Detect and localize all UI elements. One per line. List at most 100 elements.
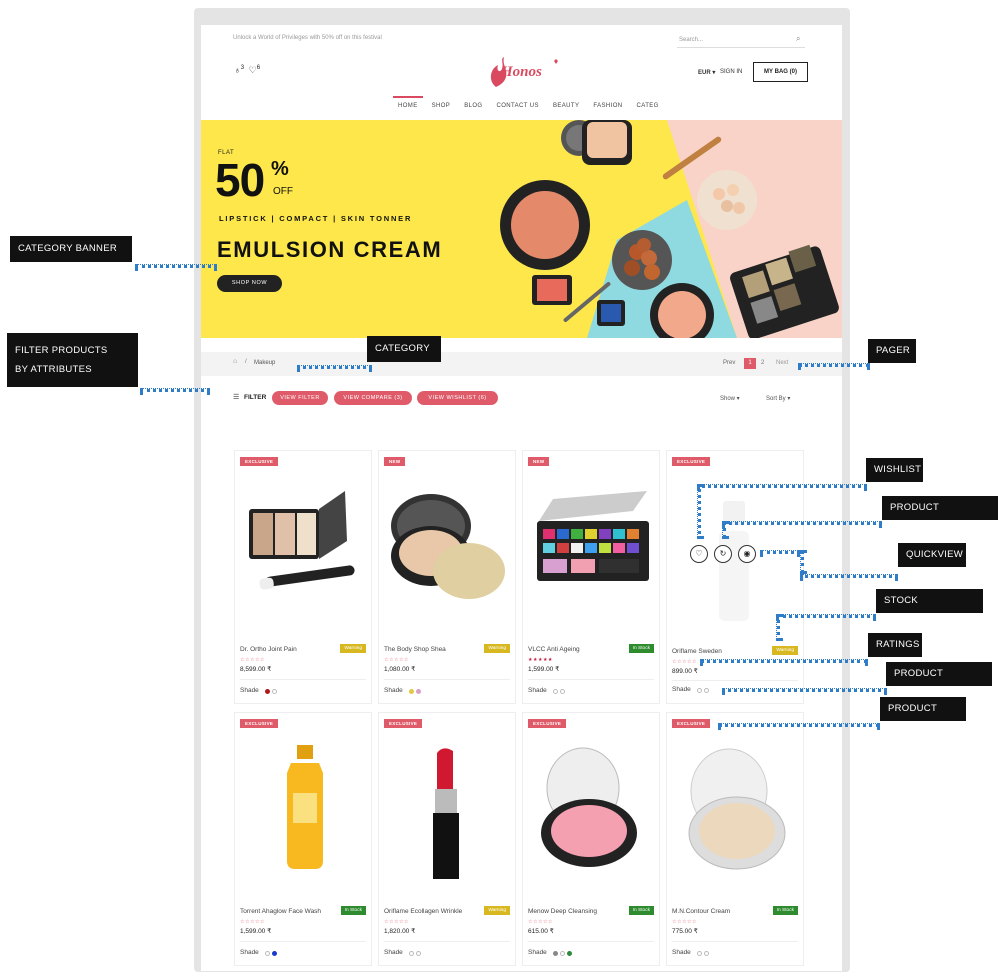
product-card[interactable]: EXCLUSIVE ♡ ↻ ◉ Oriflame Sweden Warning … <box>666 450 804 704</box>
product-card[interactable]: NEW The Body Shop Shea Warning ☆☆☆☆☆ 1,0… <box>378 450 516 704</box>
stock-availability: Warning <box>772 646 798 655</box>
shade-swatch[interactable] <box>265 951 270 956</box>
my-bag-button[interactable]: MY BAG (0) <box>753 62 808 82</box>
stock-availability: In Stock <box>628 906 654 915</box>
leader-line <box>722 521 726 539</box>
product-card[interactable]: EXCLUSIVE Oriflame Ecollagen Wrinkle War… <box>378 712 516 966</box>
nav-blog[interactable]: BLOG <box>457 103 489 109</box>
nav-categ[interactable]: CATEG <box>630 103 666 109</box>
quickview-button[interactable]: ◉ <box>738 545 756 563</box>
shade-swatch[interactable] <box>553 951 558 956</box>
product-attribute: Shade <box>240 949 259 956</box>
product-card[interactable]: NEW VLCC Anti Ageing In Stock ★★★★★ 1,59… <box>522 450 660 704</box>
product-attribute: Shade <box>240 687 259 694</box>
leader-line <box>700 659 868 663</box>
pager-page-2[interactable]: 2 <box>761 360 764 366</box>
filter-label[interactable]: FILTER <box>244 394 266 401</box>
product-image[interactable] <box>667 471 805 626</box>
product-image[interactable] <box>235 733 373 888</box>
search-input[interactable]: Search... <box>677 34 805 48</box>
wishlist-button[interactable]: ♡ <box>690 545 708 563</box>
sign-in-link[interactable]: SIGN IN <box>720 69 742 75</box>
product-name[interactable]: VLCC Anti Ageing <box>528 646 623 653</box>
compare-button[interactable]: ↻ <box>714 545 732 563</box>
product-label: EXCLUSIVE <box>528 719 567 728</box>
callout-quickview: QUICKVIEW <box>898 543 966 567</box>
nav-shop[interactable]: SHOP <box>425 103 458 109</box>
logo[interactable]: Honos <box>501 64 542 81</box>
shade-swatch[interactable] <box>553 689 558 694</box>
product-card[interactable]: EXCLUSIVE M.N.Contour Cream In Stock ☆☆☆… <box>666 712 804 966</box>
product-image[interactable] <box>523 471 661 626</box>
product-card[interactable]: EXCLUSIVE Torrent Ahaglow Face Wash In S… <box>234 712 372 966</box>
product-rating: ☆☆☆☆☆ <box>528 919 553 925</box>
product-card[interactable]: EXCLUSIVE Menow Deep Cleansing In Stock … <box>522 712 660 966</box>
shade-swatch[interactable] <box>560 689 565 694</box>
product-rating: ☆☆☆☆☆ <box>240 919 265 925</box>
product-price: 1,820.00 ₹ <box>384 928 416 935</box>
pager-page-1[interactable]: 1 <box>744 358 756 369</box>
leader-line <box>718 723 880 727</box>
product-label: EXCLUSIVE <box>240 719 279 728</box>
filter-icon[interactable]: ☰ <box>233 393 239 401</box>
shade-swatch[interactable] <box>697 688 702 693</box>
shop-now-button[interactable]: SHOP NOW <box>217 275 282 292</box>
search-icon[interactable]: ⌕ <box>796 34 805 44</box>
product-name[interactable]: Dr. Ortho Joint Pain <box>240 646 335 653</box>
leader-line <box>800 550 804 574</box>
nav-fashion[interactable]: FASHION <box>586 103 629 109</box>
shade-swatch[interactable] <box>272 951 277 956</box>
category-banner[interactable]: FLAT 50 % OFF LIPSTICK | COMPACT | SKIN … <box>201 120 842 338</box>
show-select[interactable]: Show ▾ <box>720 395 740 402</box>
breadcrumb-current: Makeup <box>254 360 276 366</box>
product-image[interactable] <box>235 471 373 626</box>
product-image[interactable] <box>379 471 517 626</box>
shade-swatch[interactable] <box>409 951 414 956</box>
product-name[interactable]: Oriflame Sweden <box>672 648 767 655</box>
shade-swatch[interactable] <box>567 951 572 956</box>
compare-count: 3 <box>240 65 245 71</box>
product-label: EXCLUSIVE <box>240 457 279 466</box>
pager-next[interactable]: Next <box>776 360 788 366</box>
divider <box>528 941 654 942</box>
leader-line <box>776 614 876 618</box>
divider <box>528 679 654 680</box>
product-name[interactable]: Torrent Ahaglow Face Wash <box>240 908 335 915</box>
view-filter-button[interactable]: VIEW FILTER <box>272 391 328 405</box>
shade-swatch[interactable] <box>265 689 270 694</box>
product-name[interactable]: Oriflame Ecollagen Wrinkle <box>384 908 479 915</box>
product-name[interactable]: The Body Shop Shea <box>384 646 479 653</box>
breadcrumb-separator: / <box>245 359 247 365</box>
view-wishlist-button[interactable]: VIEW WISHLIST (6) <box>417 391 498 405</box>
shade-swatch[interactable] <box>272 689 277 694</box>
product-name[interactable]: M.N.Contour Cream <box>672 908 767 915</box>
nav-contact[interactable]: CONTACT US <box>490 103 546 109</box>
leader-line <box>297 365 372 369</box>
product-name[interactable]: Menow Deep Cleansing <box>528 908 623 915</box>
nav-beauty[interactable]: BEAUTY <box>546 103 586 109</box>
shade-swatch[interactable] <box>409 689 414 694</box>
pager-prev[interactable]: Prev <box>723 360 735 366</box>
banner-makeup-image <box>500 120 842 338</box>
sort-by-select[interactable]: Sort By ▾ <box>766 395 790 402</box>
product-image[interactable] <box>523 733 661 888</box>
shade-swatch[interactable] <box>697 951 702 956</box>
nav-home[interactable]: HOME <box>391 96 425 109</box>
heart-icon[interactable]: ♡ <box>249 65 257 75</box>
callout-ratings: RATINGS <box>868 633 922 657</box>
product-card[interactable]: EXCLUSIVE Dr. Ortho Joint Pain Warning ☆… <box>234 450 372 704</box>
shade-swatch[interactable] <box>704 951 709 956</box>
shade-swatch[interactable] <box>416 689 421 694</box>
compare-icon[interactable]: ♁ <box>234 65 241 75</box>
product-image[interactable] <box>667 733 805 888</box>
shade-swatch[interactable] <box>560 951 565 956</box>
shade-swatch[interactable] <box>416 951 421 956</box>
currency-select[interactable]: EUR ▾ <box>698 69 715 76</box>
product-rating: ☆☆☆☆☆ <box>672 659 697 665</box>
home-icon[interactable]: ⌂ <box>233 358 237 365</box>
shade-swatch[interactable] <box>704 688 709 693</box>
callout-product-comparison: PRODUCT COMPARISON <box>882 496 998 537</box>
view-compare-button[interactable]: VIEW COMPARE (3) <box>334 391 412 405</box>
product-image[interactable] <box>379 733 517 888</box>
callout-category: CATEGORY <box>367 336 441 362</box>
